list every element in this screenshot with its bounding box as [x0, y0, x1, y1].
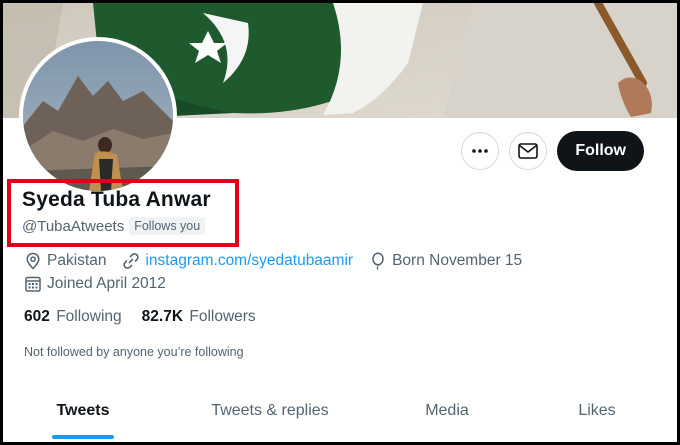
tab-likes[interactable]: Likes — [517, 383, 677, 439]
profile-frame: Follow Syeda Tuba Anwar @TubaAtweets Fol… — [0, 0, 680, 445]
website-link[interactable]: instagram.com/syedatubaamir — [145, 252, 353, 270]
tab-tweets-and-replies[interactable]: Tweets & replies — [163, 383, 377, 439]
active-tab-indicator — [52, 435, 114, 439]
user-handle: @TubaAtweets — [22, 217, 125, 235]
birthday-text: Born November 15 — [392, 252, 523, 269]
more-button[interactable] — [461, 132, 500, 170]
more-icon — [472, 149, 489, 153]
followers-count: 82.7K — [141, 308, 184, 325]
following-label: Following — [56, 308, 122, 325]
followers-stat[interactable]: 82.7K Followers — [142, 308, 256, 326]
message-button[interactable] — [509, 132, 548, 170]
tab-label: Media — [425, 402, 469, 419]
profile-meta-row: Pakistan instagram.com/syedatubaamir Bor… — [24, 252, 538, 270]
location-item: Pakistan — [24, 252, 106, 270]
not-followed-note: Not followed by anyone you’re following — [24, 345, 244, 359]
profile-actions: Follow — [461, 131, 644, 171]
birthday-item: Born November 15 — [369, 252, 522, 270]
followers-label: Followers — [189, 308, 256, 325]
tab-label: Likes — [578, 402, 616, 419]
handle-row: @TubaAtweets Follows you — [22, 217, 206, 235]
follow-button[interactable]: Follow — [557, 131, 644, 171]
website-item[interactable]: instagram.com/syedatubaamir — [122, 252, 353, 270]
tab-media[interactable]: Media — [377, 383, 517, 439]
profile-avatar[interactable] — [19, 37, 177, 195]
follow-stats: 602 Following 82.7K Followers — [24, 308, 256, 326]
calendar-icon — [25, 276, 41, 292]
tab-label: Tweets & replies — [211, 402, 329, 419]
tab-label: Tweets — [56, 402, 110, 419]
link-icon — [123, 253, 140, 269]
tab-tweets[interactable]: Tweets — [3, 383, 163, 439]
follows-you-badge: Follows you — [129, 217, 206, 235]
following-stat[interactable]: 602 Following — [24, 308, 122, 326]
joined-text: Joined April 2012 — [47, 275, 166, 292]
following-count: 602 — [24, 308, 50, 325]
profile-tabs: Tweets Tweets & replies Media Likes — [3, 383, 677, 442]
profile-joined-row: Joined April 2012 — [24, 275, 182, 293]
location-pin-icon — [26, 252, 40, 270]
avatar-image — [23, 41, 173, 191]
location-text: Pakistan — [47, 252, 107, 269]
display-name: Syeda Tuba Anwar — [22, 188, 211, 211]
joined-item: Joined April 2012 — [24, 275, 166, 293]
envelope-icon — [518, 143, 539, 159]
balloon-icon — [372, 252, 384, 270]
